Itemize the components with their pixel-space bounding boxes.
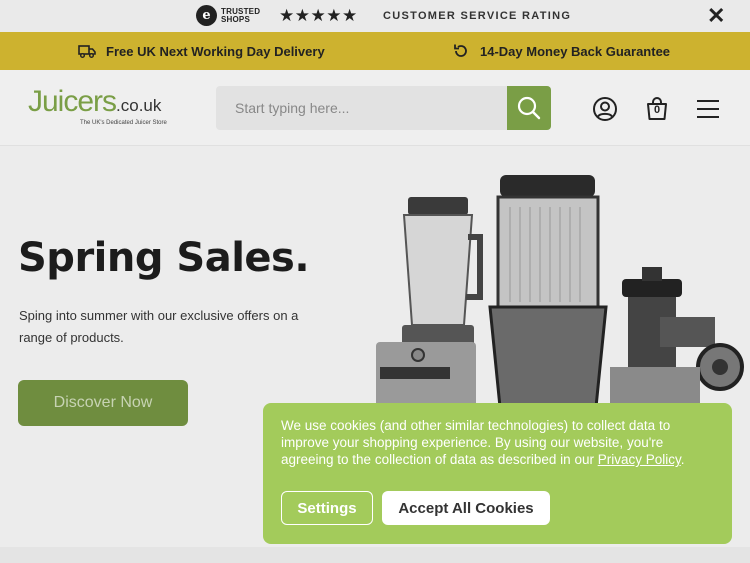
page-section-divider	[0, 547, 750, 563]
masticating-juicer-illustration	[610, 267, 744, 407]
blender-illustration	[376, 197, 483, 407]
trust-bar: e TRUSTED SHOPS ★★★★★ CUSTOMER SERVICE R…	[0, 0, 750, 32]
basket-count: 0	[653, 104, 661, 116]
guarantee-info: 14-Day Money Back Guarantee	[452, 43, 670, 59]
privacy-policy-link[interactable]: Privacy Policy	[598, 452, 681, 467]
discover-now-button[interactable]: Discover Now	[18, 380, 188, 426]
cookie-settings-button[interactable]: Settings	[281, 491, 373, 525]
search-icon	[517, 96, 541, 120]
close-icon[interactable]: ✕	[707, 4, 725, 28]
delivery-text: Free UK Next Working Day Delivery	[106, 43, 325, 59]
cold-press-juicer-illustration	[488, 175, 608, 407]
delivery-info: Free UK Next Working Day Delivery	[78, 43, 325, 59]
trusted-shops-text: TRUSTED SHOPS	[221, 7, 260, 24]
hero-description: Sping into summer with our exclusive off…	[19, 308, 299, 345]
rating-stars-icon: ★★★★★	[279, 6, 358, 25]
logo-name: Juicers	[28, 85, 117, 118]
account-icon[interactable]	[592, 96, 618, 122]
site-header: Juicers.co.uk The UK's Dedicated Juicer …	[0, 70, 750, 146]
cookie-message-end: .	[680, 452, 685, 467]
search-input[interactable]	[216, 86, 506, 130]
search-bar	[216, 86, 551, 130]
juicer-product-image	[376, 175, 744, 407]
trusted-shops-logo: e TRUSTED SHOPS	[196, 5, 260, 26]
trusted-shops-icon: e	[196, 5, 217, 26]
customer-service-rating-label: CUSTOMER SERVICE RATING	[383, 10, 572, 22]
delivery-bar: Free UK Next Working Day Delivery 14-Day…	[0, 32, 750, 70]
truck-icon	[78, 45, 96, 58]
logo-tld: .co.uk	[116, 96, 162, 115]
guarantee-text: 14-Day Money Back Guarantee	[480, 43, 671, 59]
trusted-shops-line2: SHOPS	[221, 14, 251, 24]
basket-button[interactable]: 0	[644, 96, 670, 122]
accept-all-cookies-button[interactable]: Accept All Cookies	[382, 491, 550, 525]
cookie-consent-banner: We use cookies (and other similar techno…	[263, 403, 732, 544]
cookie-message: We use cookies (and other similar techno…	[281, 417, 711, 468]
search-button[interactable]	[507, 86, 551, 130]
hero-title: Spring Sales.	[18, 235, 310, 281]
refresh-icon	[454, 44, 467, 57]
site-logo[interactable]: Juicers.co.uk The UK's Dedicated Juicer …	[28, 86, 167, 127]
logo-wordmark: Juicers.co.uk	[28, 86, 167, 122]
hamburger-menu-icon[interactable]	[695, 96, 721, 122]
logo-tagline: The UK's Dedicated Juicer Store	[80, 120, 167, 126]
